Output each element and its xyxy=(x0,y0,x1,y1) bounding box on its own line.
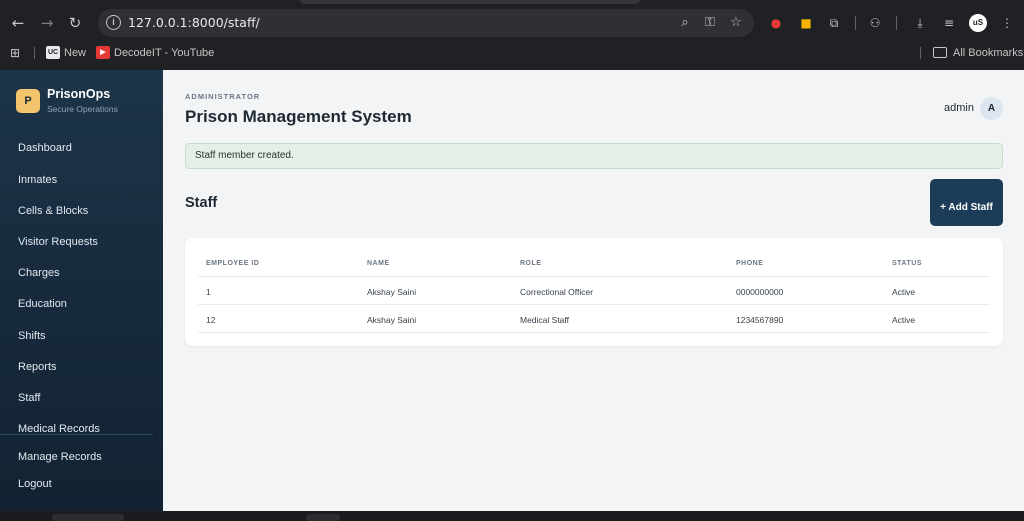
cell-status: Active xyxy=(892,315,916,325)
taskbar-search[interactable] xyxy=(52,514,124,521)
user-name[interactable]: admin xyxy=(944,102,974,114)
folder-icon xyxy=(933,47,947,58)
password-key-icon[interactable]: ⚿ xyxy=(701,14,719,32)
sidebar-divider xyxy=(0,434,153,435)
staff-table-card: EMPLOYEE ID NAME ROLE PHONE STATUS 1 Aks… xyxy=(185,238,1003,346)
forward-icon[interactable]: → xyxy=(37,13,57,33)
cell-phone: 1234567890 xyxy=(736,315,784,325)
toolbar-separator xyxy=(855,16,856,30)
zoom-icon[interactable]: ⌕ xyxy=(676,14,694,32)
taskbar xyxy=(0,511,1024,521)
column-header-phone: PHONE xyxy=(736,260,764,267)
taskbar-app[interactable] xyxy=(306,514,340,521)
address-url[interactable]: 127.0.0.1:8000/staff/ xyxy=(128,15,260,30)
page-title: Prison Management System xyxy=(185,107,412,126)
back-icon[interactable]: ← xyxy=(8,13,28,33)
column-header-name: NAME xyxy=(367,260,390,267)
table-divider xyxy=(198,304,990,305)
download-icon[interactable]: ⤓ xyxy=(911,14,929,32)
bookmark-badge: UC xyxy=(46,46,60,59)
column-header-employee-id: EMPLOYEE ID xyxy=(206,260,260,267)
bookmark-new[interactable]: New xyxy=(64,47,86,59)
cell-status: Active xyxy=(892,287,916,297)
tab-strip xyxy=(300,0,640,4)
cell-employee-id: 12 xyxy=(206,315,216,325)
sidebar-item-cells-blocks[interactable]: Cells & Blocks xyxy=(18,205,88,217)
site-info-icon[interactable]: i xyxy=(106,15,121,30)
main-content: ADMINISTRATOR Prison Management System a… xyxy=(163,70,1024,511)
sidebar-item-shifts[interactable]: Shifts xyxy=(18,330,46,342)
cell-role: Correctional Officer xyxy=(520,287,594,297)
sidebar-item-reports[interactable]: Reports xyxy=(18,361,57,373)
brand-logo: P xyxy=(16,89,40,113)
bookmark-star-icon[interactable]: ☆ xyxy=(727,14,745,32)
youtube-icon: ▶ xyxy=(96,46,110,59)
sidebar-item-inmates[interactable]: Inmates xyxy=(18,174,57,186)
user-avatar[interactable]: A xyxy=(980,97,1003,120)
table-divider xyxy=(198,276,990,277)
sidebar-item-charges[interactable]: Charges xyxy=(18,267,60,279)
brand-name: PrisonOps xyxy=(47,87,111,101)
success-alert: Staff member created. xyxy=(185,143,1003,169)
section-title: Staff xyxy=(185,195,218,211)
profile-avatar[interactable]: uS xyxy=(969,14,987,32)
menu-kebab-icon[interactable]: ⋮ xyxy=(998,14,1016,32)
bookmarks-separator xyxy=(920,47,921,59)
table-divider xyxy=(198,332,990,333)
media-controls-icon[interactable]: ≡ xyxy=(940,14,958,32)
column-header-status: STATUS xyxy=(892,260,922,267)
apps-grid-icon[interactable]: ⊞ xyxy=(10,46,20,60)
bookmarks-separator xyxy=(34,47,35,59)
cell-role: Medical Staff xyxy=(520,315,569,325)
sidebar-item-visitor-requests[interactable]: Visitor Requests xyxy=(18,236,98,248)
sidebar-item-manage-records[interactable]: Manage Records xyxy=(18,451,102,463)
sidebar: P PrisonOps Secure Operations Dashboard … xyxy=(0,70,163,511)
all-bookmarks-link[interactable]: All Bookmarks xyxy=(953,47,1023,59)
address-bar[interactable]: i 127.0.0.1:8000/staff/ ⌕ ⚿ ☆ xyxy=(98,9,754,37)
incognito-icon[interactable]: ⚇ xyxy=(866,14,884,32)
bookmark-decodeit[interactable]: DecodeIT - YouTube xyxy=(114,47,214,59)
cell-employee-id: 1 xyxy=(206,287,211,297)
brand-subtitle: Secure Operations xyxy=(47,104,118,114)
notes-extension-icon[interactable]: ■ xyxy=(797,14,815,32)
sidebar-item-education[interactable]: Education xyxy=(18,298,67,310)
extensions-puzzle-icon[interactable]: ⧉ xyxy=(825,14,843,32)
column-header-role: ROLE xyxy=(520,260,542,267)
adblock-extension-icon[interactable]: ● xyxy=(767,14,785,32)
cell-name: Akshay Saini xyxy=(367,287,417,297)
add-staff-button[interactable]: + Add Staff xyxy=(930,179,1003,226)
sidebar-item-dashboard[interactable]: Dashboard xyxy=(18,142,72,154)
toolbar-separator xyxy=(896,16,897,30)
role-eyebrow: ADMINISTRATOR xyxy=(185,92,261,101)
cell-phone: 0000000000 xyxy=(736,287,784,297)
sidebar-item-logout[interactable]: Logout xyxy=(18,478,52,490)
sidebar-item-staff[interactable]: Staff xyxy=(18,392,40,404)
reload-icon[interactable]: ↻ xyxy=(65,13,85,33)
cell-name: Akshay Saini xyxy=(367,315,417,325)
